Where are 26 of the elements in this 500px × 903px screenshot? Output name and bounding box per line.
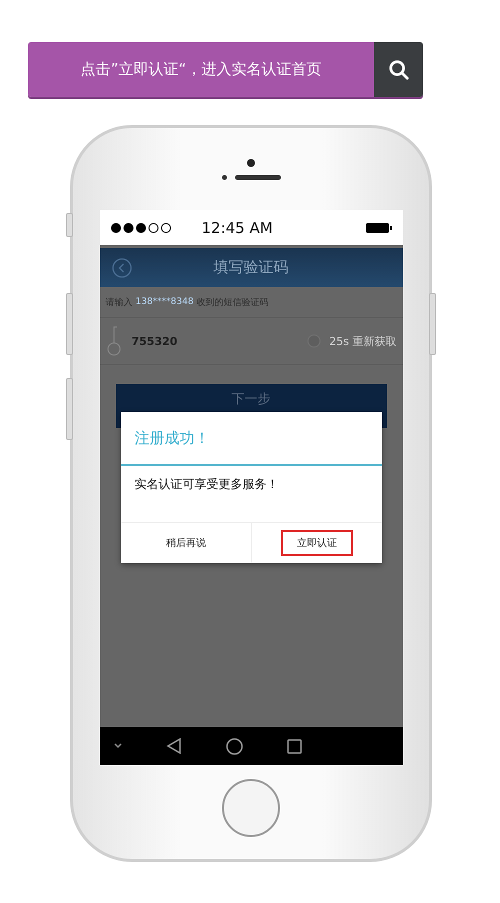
- back-icon[interactable]: [166, 738, 182, 754]
- side-button[interactable]: [66, 293, 73, 355]
- instruction-text: 点击”立即认证“，进入实名认证首页: [28, 42, 374, 97]
- dialog-title: 注册成功！: [120, 412, 382, 466]
- side-button[interactable]: [66, 213, 73, 237]
- code-field[interactable]: 755320: [130, 334, 300, 348]
- search-icon: [388, 58, 410, 80]
- chevron-down-icon[interactable]: [114, 743, 122, 749]
- speaker-icon: [222, 174, 280, 180]
- dialog-button[interactable]: 立即认证: [280, 530, 353, 556]
- battery-icon: [364, 222, 392, 234]
- signal-icon: [110, 222, 172, 234]
- resend-link[interactable]: 25s 重新获取: [329, 334, 396, 348]
- key-icon: [106, 325, 122, 357]
- camera-icon: [247, 158, 255, 166]
- side-button[interactable]: [66, 378, 73, 440]
- prompt-text: 请输入: [106, 296, 132, 308]
- home-icon[interactable]: [226, 738, 242, 754]
- recent-apps-icon[interactable]: [286, 738, 302, 754]
- side-button[interactable]: [429, 293, 436, 355]
- dialog-message: 实名认证可享受更多服务！: [134, 476, 280, 493]
- status-time: 12:45 AM: [202, 218, 274, 236]
- page-title: 填写验证码: [212, 258, 290, 277]
- prompt-text: 收到的短信验证码: [196, 296, 269, 308]
- search-button[interactable]: [374, 42, 423, 97]
- phone-number: 138****8348: [136, 297, 194, 307]
